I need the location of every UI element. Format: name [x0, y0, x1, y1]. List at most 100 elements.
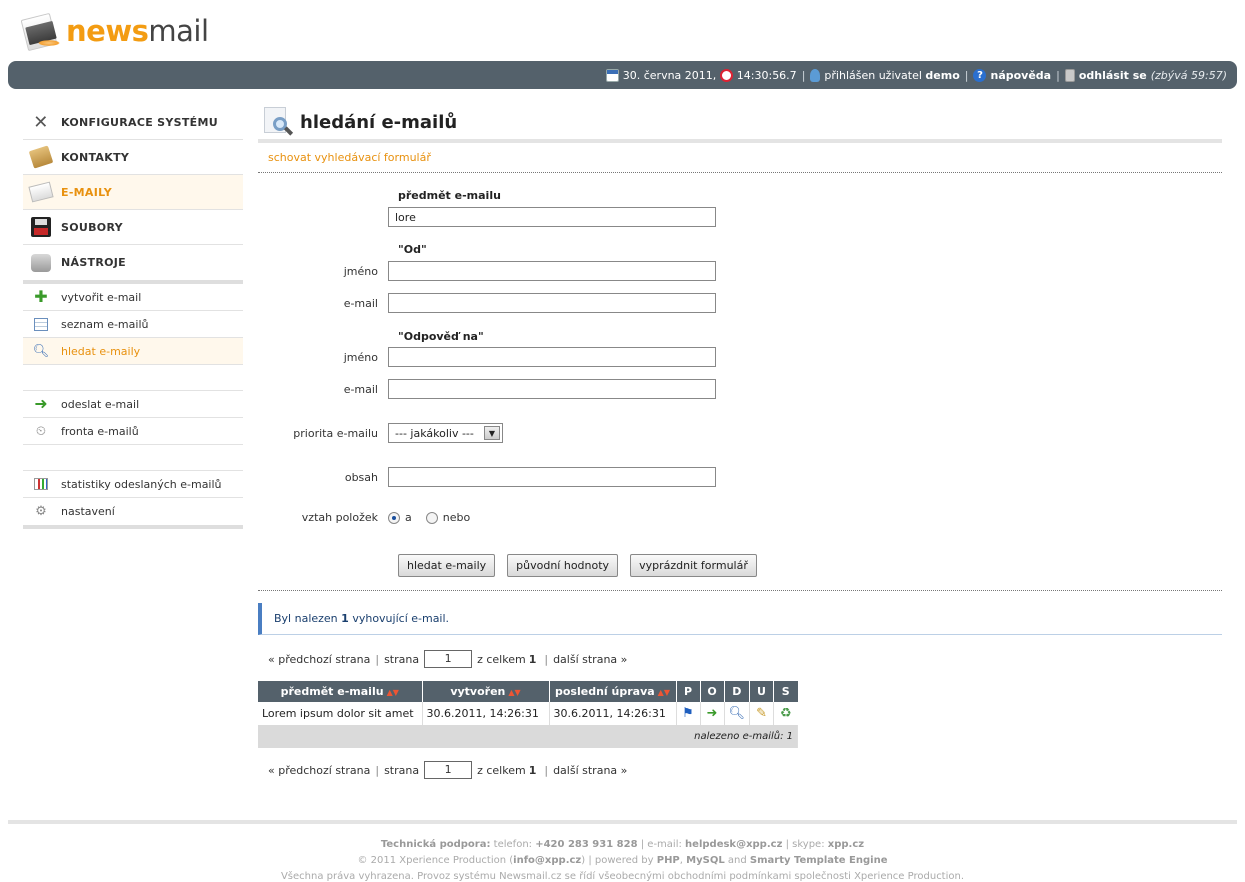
user-icon — [810, 68, 821, 82]
prev-page-link[interactable]: « předchozí strana — [268, 764, 370, 777]
reply-name-input[interactable] — [388, 347, 716, 367]
search-emails-button[interactable]: hledat e-maily — [398, 554, 496, 577]
arrow-right-icon: ➜ — [34, 394, 48, 413]
cell-modified: 30.6.2011, 14:26:31 — [549, 702, 677, 725]
column-header-subject[interactable]: předmět e-mailu ▲▼ — [258, 681, 423, 702]
view-magnifier-icon[interactable]: 🔍︎ — [724, 702, 751, 725]
sidebar-item-email-queue[interactable]: ⏲ fronta e-mailů — [23, 418, 243, 445]
sidebar-item-statistics[interactable]: statistiky odeslaných e-mailů — [23, 471, 243, 498]
search-document-icon — [264, 107, 294, 137]
sidebar-item-send-email[interactable]: ➜ odeslat e-mail — [23, 391, 243, 418]
clock-icon — [719, 68, 733, 82]
logged-in-label: přihlášen uživatel — [824, 68, 922, 82]
magnifier-icon: 🔍︎ — [32, 343, 50, 359]
footer-copyright-line: © 2011 Xperience Production (info@xpp.cz… — [357, 855, 888, 866]
from-name-input[interactable] — [388, 261, 716, 281]
sidebar-item-create-email[interactable]: ✚ vytvořit e-mail — [23, 284, 243, 311]
recycle-bin-icon[interactable]: ♻ — [774, 702, 798, 725]
sidebar-item-kontakty[interactable]: KONTAKTY — [23, 140, 243, 175]
relation-or-radio[interactable]: nebo — [425, 511, 470, 524]
pager-top: « předchozí strana | strana 1 z celkem 1 … — [258, 647, 1222, 671]
reset-values-button[interactable]: původní hodnoty — [507, 554, 619, 577]
subject-label: předmět e-mailu — [398, 189, 501, 202]
cell-created: 30.6.2011, 14:26:31 — [422, 702, 550, 725]
column-header-u: U — [749, 681, 775, 702]
logout-link[interactable]: odhlásit se — [1079, 69, 1147, 82]
sort-arrows-icon: ▲▼ — [657, 688, 670, 697]
info-email-link[interactable]: info@xpp.cz — [513, 855, 581, 866]
lock-icon — [1064, 68, 1075, 82]
sidebar-item-settings[interactable]: ⚙ nastavení — [23, 498, 243, 525]
relation-label: vztah položek — [301, 511, 378, 524]
footer-terms-line: Všechna práva vyhrazena. Provoz systému … — [280, 871, 965, 882]
logo-text: newsmail — [66, 13, 209, 48]
from-name-label: jméno — [343, 264, 378, 278]
queue-clock-icon: ⏲ — [35, 423, 47, 439]
sidebar: ✕ KONFIGURACE SYSTÉMU KONTAKTY E-MAILY S… — [23, 105, 243, 529]
envelope-icon — [28, 180, 54, 204]
sort-arrows-icon: ▲▼ — [508, 688, 521, 697]
prev-page-link[interactable]: « předchozí strana — [268, 653, 370, 666]
content-label: obsah — [344, 470, 378, 484]
next-page-link[interactable]: další strana » — [553, 764, 627, 777]
column-header-modified[interactable]: poslední úprava ▲▼ — [549, 681, 677, 702]
chevron-down-icon: ▼ — [484, 426, 500, 440]
helpdesk-email-link[interactable]: helpdesk@xpp.cz — [685, 839, 782, 850]
help-link[interactable]: nápověda — [990, 69, 1051, 82]
priority-select[interactable]: --- jakákoliv --- ▼ — [388, 423, 503, 443]
hide-search-form-link[interactable]: schovat vyhledávací formulář — [258, 143, 1222, 173]
sidebar-item-nastroje[interactable]: NÁSTROJE — [23, 245, 243, 280]
bar-chart-icon — [33, 477, 49, 491]
from-email-input[interactable] — [388, 293, 716, 313]
session-remaining: (zbývá 59:57) — [1150, 68, 1227, 82]
sidebar-item-konfigurace[interactable]: ✕ KONFIGURACE SYSTÉMU — [23, 105, 243, 140]
page-header: hledání e-mailů — [258, 105, 1222, 143]
address-book-icon — [28, 145, 54, 169]
plus-icon: ✚ — [34, 287, 48, 306]
search-form: předmět e-mailu "Od" jméno e-mail "Odpov… — [258, 173, 1222, 591]
result-message: Byl nalezen 1 vyhovující e-mail. — [258, 603, 1222, 635]
list-icon — [33, 317, 49, 331]
reply-name-label: jméno — [343, 350, 378, 364]
gear-icon: ⚙ — [35, 504, 47, 519]
sidebar-spacer — [23, 445, 243, 471]
column-header-o: O — [700, 681, 725, 702]
send-arrow-icon[interactable]: ➜ — [700, 702, 725, 725]
newsmail-logo[interactable]: newsmail — [20, 8, 209, 54]
sidebar-item-emaily[interactable]: E-MAILY — [23, 175, 243, 210]
sidebar-item-soubory[interactable]: SOUBORY — [23, 210, 243, 245]
sort-arrows-icon: ▲▼ — [386, 688, 399, 697]
reply-group-label: "Odpověď na" — [398, 330, 484, 343]
column-header-created[interactable]: vytvořen ▲▼ — [422, 681, 550, 702]
relation-and-radio[interactable]: a — [388, 511, 412, 524]
floppy-disk-icon — [29, 215, 53, 239]
flag-icon[interactable]: ⚑ — [676, 702, 701, 725]
footer-support-line: Technická podpora: telefon: +420 283 931… — [380, 839, 865, 850]
content-input[interactable] — [388, 467, 716, 487]
page-footer: Technická podpora: telefon: +420 283 931… — [8, 820, 1237, 882]
table-footer-row: nalezeno e-mailů: 1 — [258, 725, 799, 748]
page-number-input[interactable]: 1 — [424, 761, 473, 779]
calendar-icon — [605, 68, 619, 82]
sidebar-divider — [23, 525, 243, 529]
reply-email-input[interactable] — [388, 379, 716, 399]
clear-form-button[interactable]: vyprázdnit formulář — [630, 554, 757, 577]
page-title: hledání e-mailů — [300, 111, 458, 133]
next-page-link[interactable]: další strana » — [553, 653, 627, 666]
table-row: Lorem ipsum dolor sit amet 30.6.2011, 14… — [258, 702, 798, 725]
reply-email-label: e-mail — [343, 382, 378, 396]
sidebar-item-search-emails[interactable]: 🔍︎ hledat e-maily — [23, 338, 243, 365]
column-header-s: S — [773, 681, 798, 702]
sidebar-item-email-list[interactable]: seznam e-mailů — [23, 311, 243, 338]
username: demo — [925, 68, 960, 82]
pager-bottom: « předchozí strana | strana 1 z celkem 1 … — [258, 758, 1222, 782]
current-date: 30. června 2011, — [622, 68, 717, 82]
column-header-d: D — [724, 681, 751, 702]
from-group-label: "Od" — [398, 243, 427, 256]
tools-icon: ✕ — [33, 111, 49, 133]
edit-icon[interactable]: ✎ — [749, 702, 775, 725]
page-number-input[interactable]: 1 — [424, 650, 473, 668]
subject-input[interactable] — [388, 207, 716, 227]
from-email-label: e-mail — [343, 296, 378, 310]
envelope-logo-icon — [20, 12, 60, 52]
